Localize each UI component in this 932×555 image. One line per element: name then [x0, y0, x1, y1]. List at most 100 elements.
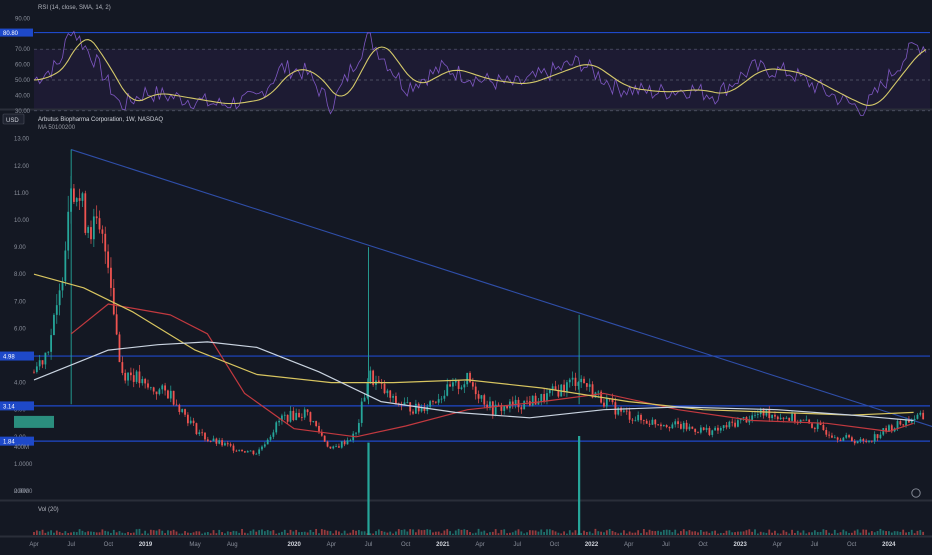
candle-body	[751, 415, 754, 420]
volume-bar	[61, 533, 64, 535]
volume-bar	[377, 529, 380, 535]
volume-bar	[449, 531, 451, 535]
candle-body	[186, 414, 189, 424]
volume-tick-label: 200M	[14, 489, 29, 495]
candle-body	[725, 425, 728, 428]
volume-bar	[369, 533, 372, 535]
volume-spike-bar	[578, 436, 581, 535]
volume-bar	[865, 529, 868, 535]
candle-body	[477, 394, 480, 399]
candle-body	[802, 419, 805, 421]
volume-bar	[386, 532, 389, 535]
candle-body	[870, 440, 873, 442]
volume-bar	[816, 531, 819, 535]
volume-bar	[406, 531, 409, 535]
volume-bar	[375, 531, 377, 535]
volume-bar	[534, 530, 537, 535]
volume-bar	[668, 529, 671, 535]
price-tick-label: 8.00	[14, 272, 26, 278]
volume-bar	[471, 533, 474, 535]
volume-bar	[671, 532, 674, 535]
candle-body	[215, 438, 218, 444]
volume-bar	[511, 532, 514, 535]
volume-bar	[252, 529, 255, 535]
volume-bar	[175, 531, 178, 535]
candle-body	[842, 437, 845, 441]
x-axis-label: 2024	[882, 542, 896, 548]
volume-bar	[397, 529, 400, 535]
candle-body	[335, 446, 337, 448]
volume-bar	[677, 533, 679, 535]
candle-body	[916, 414, 919, 419]
volume-bar	[474, 532, 477, 535]
candle-body	[258, 449, 261, 454]
volume-bar	[90, 531, 92, 535]
volume-bar	[420, 530, 423, 535]
price-tick-label: 13.00	[14, 137, 30, 143]
candle-body	[33, 371, 35, 373]
candle-body	[665, 425, 668, 428]
candle-body	[261, 446, 263, 450]
volume-bar	[908, 531, 910, 535]
volume-bar	[204, 532, 206, 535]
volume-bar	[856, 529, 859, 535]
volume-bar	[742, 531, 745, 535]
volume-bar	[634, 532, 637, 535]
volume-bar	[796, 530, 799, 535]
volume-bar	[218, 529, 221, 535]
volume-bar	[548, 529, 551, 535]
chart-svg[interactable]: RSI (14, close, SMA, 14, 2) 90.00 70.00 60.…	[0, 0, 932, 550]
candle-body	[868, 440, 870, 442]
volume-bar	[916, 530, 919, 535]
volume-bar	[759, 531, 762, 535]
x-axis-label: Oct	[104, 542, 114, 548]
candle-body	[272, 432, 275, 437]
volume-bar	[84, 532, 87, 535]
x-axis-label: Jul	[811, 542, 819, 548]
candle-body	[853, 440, 856, 444]
volume-bar	[189, 532, 192, 535]
volume-bar	[563, 531, 565, 535]
volume-bar	[597, 531, 600, 535]
candle-body	[714, 427, 717, 431]
volume-bar	[566, 533, 568, 535]
volume-bar	[585, 531, 588, 535]
candle-body	[429, 401, 432, 407]
candle-body	[181, 409, 184, 412]
volume-bar	[737, 531, 739, 535]
volume-bar	[557, 532, 560, 535]
candle-body	[104, 233, 107, 252]
candle-body	[583, 378, 585, 384]
candle-body	[306, 409, 309, 413]
candle-body	[238, 449, 241, 451]
volume-bar	[608, 529, 611, 535]
volume-bar	[571, 532, 574, 535]
candle-body	[836, 437, 839, 440]
volume-bar	[851, 532, 853, 535]
volume-bar	[138, 528, 141, 535]
volume-bar	[414, 532, 417, 535]
candle-body	[326, 441, 329, 447]
x-axis-label: 2021	[436, 542, 450, 548]
candle-body	[443, 395, 446, 399]
candle-body	[209, 441, 212, 442]
volume-bar	[392, 533, 394, 535]
candle-body	[292, 410, 295, 420]
candle-body	[597, 391, 600, 393]
candle-body	[756, 414, 759, 415]
candle-body	[660, 424, 662, 427]
volume-bar	[665, 529, 668, 535]
volume-bar	[531, 530, 534, 535]
volume-bar	[55, 530, 58, 535]
x-axis-label: Oct	[847, 542, 857, 548]
volume-bar	[517, 529, 520, 535]
candle-body	[734, 422, 736, 427]
candle-body	[463, 384, 466, 388]
candle-body	[742, 417, 745, 419]
candle-body	[232, 445, 235, 451]
candle-body	[623, 410, 625, 412]
candle-body	[662, 425, 665, 427]
volume-bar	[711, 531, 714, 535]
stock-chart[interactable]: RSI (14, close, SMA, 14, 2) 90.00 70.00 60.…	[0, 0, 932, 550]
volume-bar	[682, 529, 685, 535]
